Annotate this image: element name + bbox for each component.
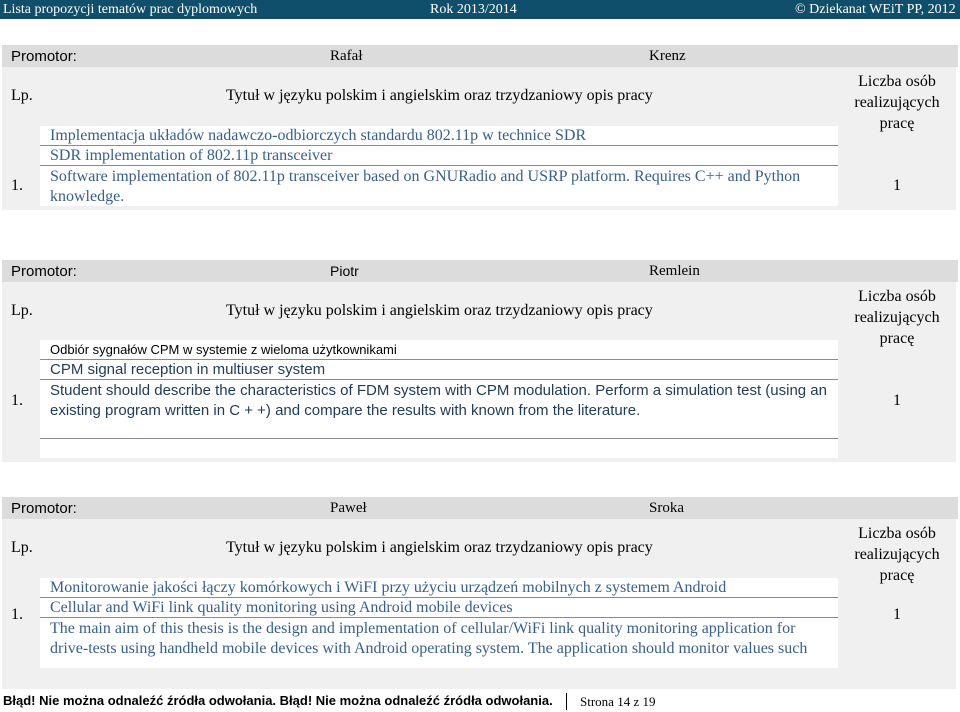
promotor-last-name: Remlein: [649, 263, 700, 279]
column-header-count: Liczba osób realizujących pracę: [838, 71, 956, 134]
page-header-bar: Lista propozycji tematów prac dyplomowyc…: [0, 0, 960, 19]
promotor-row: Promotor: Piotr Remlein: [2, 260, 958, 282]
topic-content: Odbiór sygnałów CPM w systemie z wieloma…: [40, 340, 838, 458]
topic-description-line1: Software implementation of 802.11p trans…: [50, 168, 801, 185]
topic-description-line1: The main aim of this thesis is the desig…: [50, 620, 796, 637]
topics-table: Lp. Tytuł w języku polskim i angielskim …: [2, 282, 956, 462]
promotor-label: Promotor:: [11, 263, 77, 280]
count-header-line1: Liczba osób: [858, 288, 936, 305]
count-header-line3: pracę: [879, 330, 915, 347]
header-copyright: © Dziekanat WEiT PP, 2012: [795, 2, 956, 17]
topics-table: Lp. Tytuł w języku polskim i angielskim …: [2, 519, 956, 689]
promotor-first-name: Paweł: [330, 500, 367, 516]
promotor-section-2: Promotor: Piotr Remlein Lp. Tytuł w języ…: [2, 260, 958, 462]
count-header-line3: pracę: [879, 567, 915, 584]
topic-description-line2: existing program written in C + +) and c…: [50, 402, 641, 419]
header-academic-year: Rok 2013/2014: [430, 2, 517, 17]
column-header-title: Tytuł w języku polskim i angielskim oraz…: [226, 539, 653, 556]
count-header-line2: realizujących: [854, 546, 940, 563]
topic-title-pl-row: Odbiór sygnałów CPM w systemie z wieloma…: [40, 340, 838, 360]
topic-number: 1.: [11, 392, 23, 409]
column-header-lp: Lp.: [11, 302, 33, 319]
topic-number: 1.: [11, 177, 23, 194]
count-header-line1: Liczba osób: [858, 525, 936, 542]
empty-row-divider: [40, 438, 838, 439]
promotor-last-name: Sroka: [649, 500, 684, 516]
topic-title-en-row: Cellular and WiFi link quality monitorin…: [40, 598, 838, 618]
promotor-first-name: Rafał: [330, 48, 363, 64]
column-header-count: Liczba osób realizujących pracę: [838, 523, 956, 586]
promotor-row: Promotor: Rafał Krenz: [2, 45, 958, 67]
topics-table: Lp. Tytuł w języku polskim i angielskim …: [2, 67, 956, 210]
topic-student-count: 1: [893, 392, 901, 409]
promotor-section-3: Promotor: Paweł Sroka Lp. Tytuł w języku…: [2, 497, 958, 689]
topic-title-pl: Odbiór sygnałów CPM w systemie z wieloma…: [50, 342, 397, 357]
promotor-label: Promotor:: [11, 500, 77, 517]
promotor-first-name: Piotr: [330, 263, 359, 279]
topic-description-line2: drive-tests using handheld mobile device…: [50, 640, 808, 657]
column-header-title: Tytuł w języku polskim i angielskim oraz…: [226, 302, 653, 319]
column-header-lp: Lp.: [11, 87, 33, 104]
count-header-line2: realizujących: [854, 94, 940, 111]
topic-description-line1: Student should describe the characterist…: [50, 382, 827, 399]
topic-title-pl-row: Monitorowanie jakości łączy komórkowych …: [40, 578, 838, 598]
topic-title-pl: Monitorowanie jakości łączy komórkowych …: [50, 579, 727, 596]
topic-title-en: CPM signal reception in multiuser system: [50, 361, 326, 378]
topic-content: Implementacja układów nadawczo-odbiorczy…: [40, 126, 838, 206]
footer-page-number: Strona 14 z 19: [580, 694, 656, 709]
count-header-line2: realizujących: [854, 309, 940, 326]
header-document-title: Lista propozycji tematów prac dyplomowyc…: [3, 2, 258, 17]
topic-description-line2: knowledge.: [50, 188, 125, 205]
topic-number: 1.: [11, 606, 23, 623]
topic-title-en-row: SDR implementation of 802.11p transceive…: [40, 146, 838, 166]
page-footer: Błąd! Nie można odnaleźć źródła odwołani…: [0, 690, 960, 712]
topic-title-en: SDR implementation of 802.11p transceive…: [50, 147, 333, 164]
topic-title-en: Cellular and WiFi link quality monitorin…: [50, 599, 513, 616]
promotor-section-1: Promotor: Rafał Krenz Lp. Tytuł w języku…: [2, 45, 958, 210]
count-header-line3: pracę: [879, 115, 915, 132]
column-header-lp: Lp.: [11, 539, 33, 556]
topic-content: Monitorowanie jakości łączy komórkowych …: [40, 578, 838, 668]
column-header-title: Tytuł w języku polskim i angielskim oraz…: [226, 87, 653, 104]
promotor-row: Promotor: Paweł Sroka: [2, 497, 958, 519]
column-header-count: Liczba osób realizujących pracę: [838, 286, 956, 349]
count-header-line1: Liczba osób: [858, 73, 936, 90]
footer-separator: [566, 693, 567, 710]
promotor-last-name: Krenz: [649, 48, 686, 64]
topic-student-count: 1: [893, 606, 901, 623]
footer-reference-error: Błąd! Nie można odnaleźć źródła odwołani…: [3, 693, 553, 708]
topic-title-pl-row: Implementacja układów nadawczo-odbiorczy…: [40, 126, 838, 146]
promotor-label: Promotor:: [11, 48, 77, 65]
topic-student-count: 1: [893, 177, 901, 194]
topic-title-pl: Implementacja układów nadawczo-odbiorczy…: [50, 127, 587, 144]
topic-title-en-row: CPM signal reception in multiuser system: [40, 360, 838, 380]
